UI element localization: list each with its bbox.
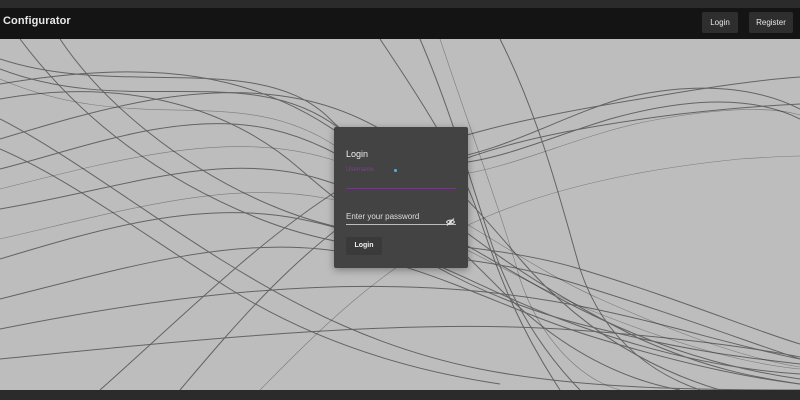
required-indicator [394, 169, 397, 172]
app-title: Configurator [3, 15, 71, 27]
nav-login-button[interactable]: Login [702, 12, 738, 33]
username-label: Username [346, 167, 374, 173]
login-title: Login [346, 149, 369, 159]
username-field[interactable] [346, 188, 456, 189]
window-top-strip [0, 0, 800, 8]
window-bottom-strip [0, 390, 800, 400]
top-navbar: Configurator Login Register [0, 8, 800, 39]
login-submit-button[interactable]: Login [346, 237, 382, 255]
nav-register-button[interactable]: Register [749, 12, 793, 33]
eye-off-icon[interactable] [445, 213, 456, 226]
password-input[interactable] [346, 211, 456, 225]
login-dialog: Login Username Login [334, 127, 468, 268]
